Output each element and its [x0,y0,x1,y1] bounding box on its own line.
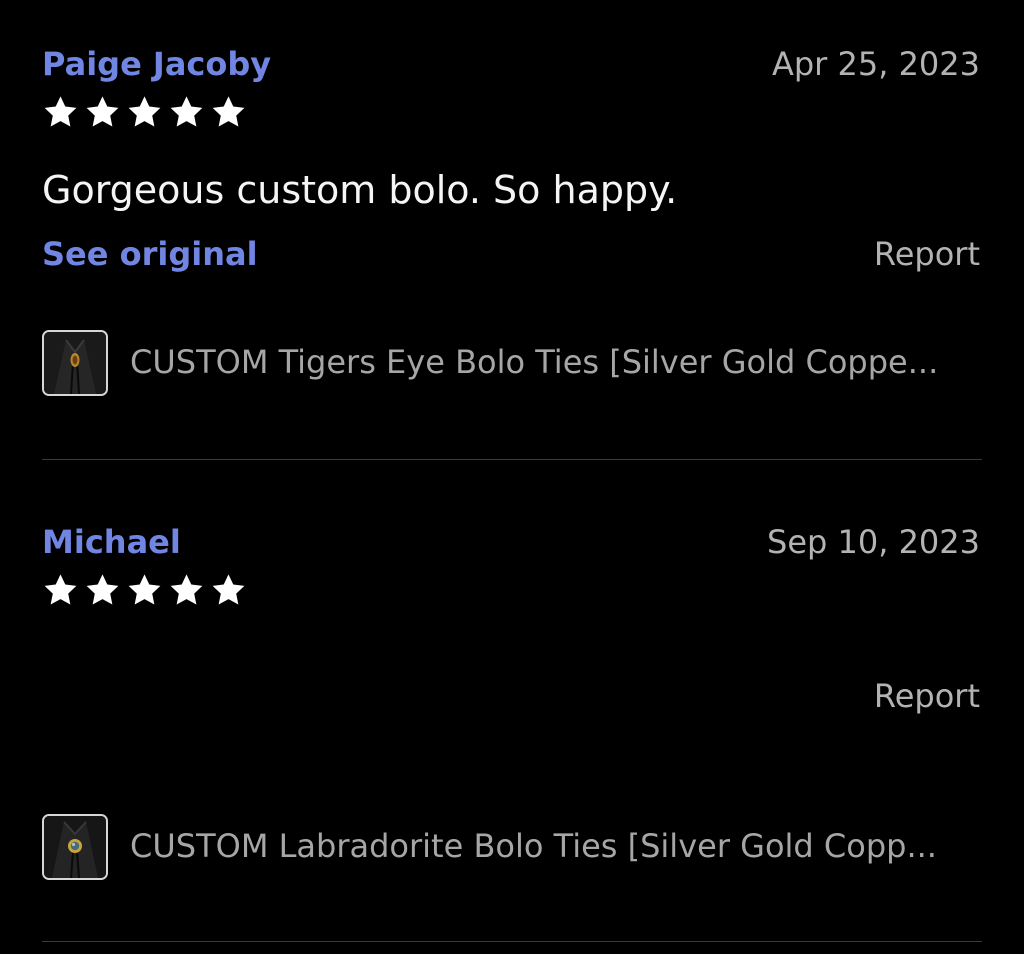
star-icon [44,574,77,605]
product-title[interactable]: CUSTOM Tigers Eye Bolo Ties [Silver Gold… [130,340,980,384]
star-rating [42,572,247,612]
product-title[interactable]: CUSTOM Labradorite Bolo Ties [Silver Gol… [130,824,980,868]
review-date: Apr 25, 2023 [771,45,980,83]
divider [42,459,982,460]
report-link[interactable]: Report [874,676,980,716]
star-icon [86,96,119,127]
review-date: Sep 10, 2023 [767,523,980,561]
review-text: Gorgeous custom bolo. So happy. [42,168,678,212]
report-link[interactable]: Report [874,234,980,274]
product-link[interactable]: CUSTOM Tigers Eye Bolo Ties [Silver Gold… [42,330,982,396]
reviewer-name[interactable]: Paige Jacoby [42,44,271,84]
star-rating [42,94,247,134]
star-icon [128,96,161,127]
star-icon [86,574,119,605]
product-thumbnail-icon [44,332,106,394]
bolo-tie-labradorite-thumbnail [42,814,108,880]
divider [42,941,982,942]
product-link[interactable]: CUSTOM Labradorite Bolo Ties [Silver Gol… [42,814,982,880]
star-icon [212,574,245,605]
see-original-link[interactable]: See original [42,234,258,274]
star-icon [128,574,161,605]
star-icon [170,96,203,127]
bolo-tie-tigers-eye-thumbnail [42,330,108,396]
reviewer-name[interactable]: Michael [42,522,181,562]
star-icon [170,574,203,605]
star-icon [44,96,77,127]
star-icon [212,96,245,127]
product-thumbnail-icon [44,816,106,878]
